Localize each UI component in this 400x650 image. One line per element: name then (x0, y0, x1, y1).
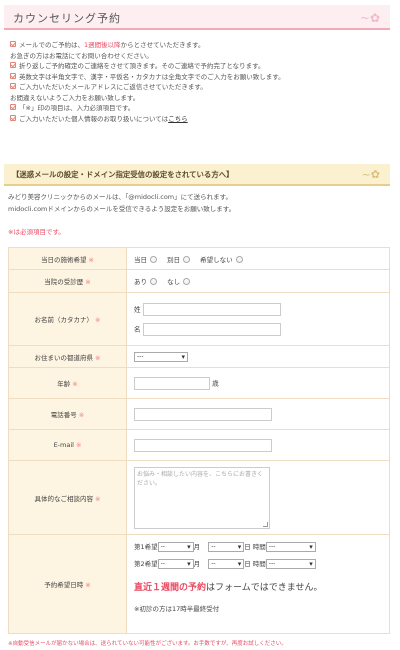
second-day-select[interactable]: -- (208, 559, 245, 569)
label-datetime: 予約希望日時 ※ (8, 534, 127, 634)
second-time-select[interactable]: --- (265, 559, 316, 569)
radio-visited-yes[interactable] (150, 278, 157, 285)
radio-same-day[interactable] (150, 255, 157, 263)
phone-input[interactable] (134, 407, 272, 421)
notice-line: 折り返しご予約確定のご連絡をさせて頂きます。そのご連絡で予約完了となります。 (10, 61, 370, 72)
first-month-select[interactable]: -- (157, 542, 194, 552)
row-same-day: 当日の施術希望 ※ 当日 別日 希望しない (8, 247, 390, 270)
privacy-link[interactable]: こちら (168, 115, 188, 123)
last-name-input[interactable] (142, 302, 281, 316)
first-visit-note: ※初診の方は17時半最終受付 (134, 605, 220, 613)
email-input[interactable] (134, 438, 272, 452)
label-age: 年齢 ※ (8, 367, 127, 399)
check-icon (10, 72, 16, 79)
first-day-select[interactable]: -- (208, 542, 245, 552)
label-consult: 具体的なご相談内容 ※ (8, 460, 127, 535)
check-icon (10, 104, 16, 110)
notice-line: 英数文字は半角文字で、漢字・平仮名・カタカナは全角文字でのご入力をお願い致します… (10, 72, 370, 83)
row-datetime: 予約希望日時※ 第1希望--月 --日 時間--- 第2希望--月 --日 時間… (8, 534, 390, 634)
check-icon (10, 62, 16, 68)
notice-line: メールでのご予約は、1週間後以降からとさせていただきます。 (10, 40, 370, 51)
label-name: お名前（カタカナ） ※ (8, 292, 127, 346)
consult-textarea[interactable]: お悩み・相談したい内容を、こちらにお書きください。 (134, 466, 270, 529)
notice-list: メールでのご予約は、1週間後以降からとさせていただきます。 お急ぎの方はお電話に… (10, 40, 370, 124)
booking-warning: 直近１週間の予約はフォームではできません。 (134, 583, 323, 593)
resize-grip-icon[interactable] (263, 521, 268, 527)
second-choice-row: 第2希望--月 --日 時間--- (134, 558, 389, 572)
label-same-day: 当日の施術希望 ※ (8, 247, 127, 270)
notice-line: お間違えないようご入力をお願い致します。 (10, 93, 140, 102)
row-phone: 電話番号 ※ (8, 398, 390, 430)
reservation-form: 当日の施術希望 ※ 当日 別日 希望しない 当院の受診歴 ※ あり なし お名前（カ… (8, 247, 390, 634)
label-email: E-mail ※ (8, 429, 127, 461)
header-ornament: ~✿ (359, 11, 380, 25)
header-ornament: ~✿ (361, 168, 380, 181)
label-prefecture: お住まいの都道府県 ※ (8, 345, 127, 368)
row-prefecture: お住まいの都道府県 ※ --- (8, 345, 390, 368)
check-icon (10, 41, 16, 47)
label-visited: 当院の受診歴 ※ (8, 269, 127, 293)
notice-line: ご入力いただいた個人情報のお取り扱いについてはこちら (10, 114, 370, 125)
section-title: 【迷惑メールの設定・ドメイン指定受信の設定をされている方へ】 (12, 170, 234, 179)
check-icon (10, 83, 16, 89)
radio-visited-no[interactable] (183, 278, 191, 285)
row-visited: 当院の受診歴 ※ あり なし (8, 269, 390, 293)
page-title: カウンセリング予約 (13, 12, 121, 25)
spam-settings-header: 【迷惑メールの設定・ドメイン指定受信の設定をされている方へ】 ~✿ (4, 164, 390, 186)
row-name: お名前（カタカナ） ※ 姓 名 (8, 292, 390, 346)
second-month-select[interactable]: -- (157, 559, 194, 569)
radio-other-day[interactable] (183, 255, 191, 263)
first-choice-row: 第1希望--月 --日 時間--- (134, 541, 389, 555)
domain-info: みどり美容クリニックからのメールは、「@midocli.com」にて送られます。… (8, 193, 236, 213)
row-consult: 具体的なご相談内容 ※ お悩み・相談したい内容を、こちらにお書きください。 (8, 460, 390, 535)
first-name-input[interactable] (142, 322, 281, 336)
check-icon (10, 114, 16, 121)
label-phone: 電話番号 ※ (8, 398, 127, 430)
notice-line: ご入力いただいたメールアドレスにご返信させていただきます。 (10, 82, 370, 93)
page-header: カウンセリング予約 ~✿ (4, 5, 390, 30)
row-age: 年齢 ※ 歳 (8, 367, 390, 399)
notice-line: お急ぎの方はお電話にてお問い合わせください。 (10, 51, 153, 60)
notice-line: 「※」印の項目は、入力必須項目です。 (10, 103, 370, 114)
first-time-select[interactable]: --- (265, 542, 316, 552)
prefecture-select[interactable]: --- (134, 351, 188, 362)
auto-mail-footnote: ※自動受信メールが届かない場合は、送られていない可能性がございます。お手数ですが… (8, 641, 287, 647)
age-input[interactable] (134, 376, 210, 390)
required-note: ※は必須項目です。 (8, 228, 65, 236)
row-email: E-mail ※ (8, 429, 390, 461)
radio-no-preference[interactable] (235, 255, 243, 263)
